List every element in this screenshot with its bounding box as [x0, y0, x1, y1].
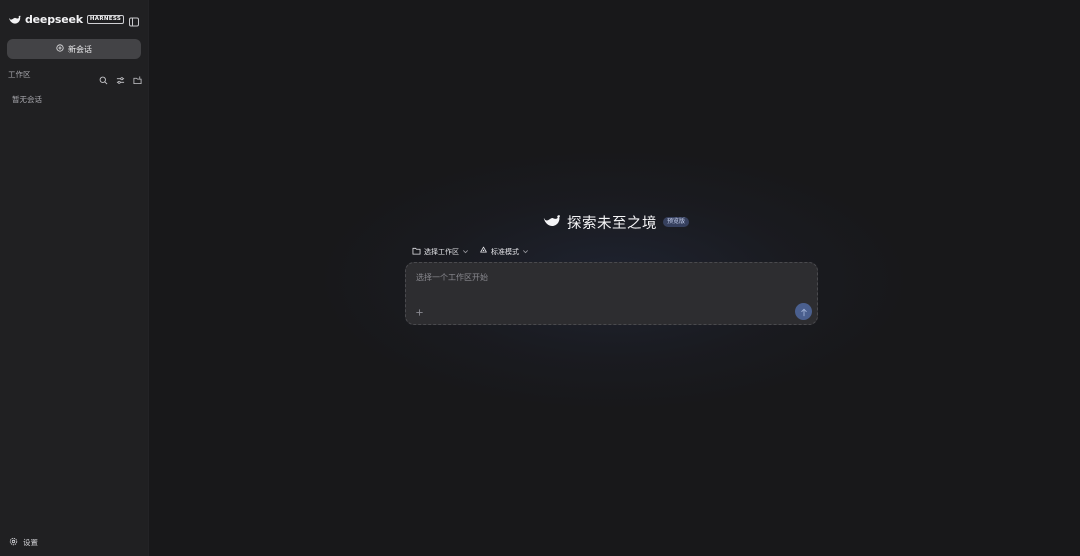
new-folder-icon[interactable]: [133, 70, 142, 84]
arrow-up-icon: [800, 302, 808, 321]
sidebar-toggle-icon[interactable]: [128, 13, 140, 27]
settings-label: 设置: [23, 537, 38, 547]
empty-sessions-text: 暂无会话: [12, 95, 42, 104]
brand-name: deepseek: [25, 12, 83, 26]
chevron-down-icon: [462, 248, 469, 255]
brand-tag: HARNESS: [86, 14, 125, 24]
brand[interactable]: deepseek HARNESS: [8, 10, 125, 29]
settings-button[interactable]: 设置: [9, 536, 38, 548]
composer-selectors: 选择工作区 标准模式: [412, 246, 529, 257]
mode-selector[interactable]: 标准模式: [479, 246, 529, 257]
new-chat-label: 新会话: [68, 44, 92, 54]
plus-circle-icon: [56, 44, 64, 54]
workspace-label: 工作区: [8, 69, 31, 79]
plus-icon[interactable]: [412, 305, 426, 319]
whale-logo-icon: [8, 10, 21, 29]
workspace-header: 工作区: [8, 68, 142, 84]
mode-selector-label: 标准模式: [491, 247, 519, 256]
whale-logo-icon: [542, 213, 561, 232]
main-area: 探索未至之境 预览版 选择工作区 标准模式 选择一个工作区开始: [149, 0, 1080, 556]
hero-heading: 探索未至之境 预览版: [542, 213, 690, 232]
sidebar: deepseek HARNESS 新会话 工作区 暂无会话 设置: [0, 0, 149, 556]
send-button[interactable]: [795, 303, 812, 320]
search-icon[interactable]: [99, 70, 108, 84]
folder-icon: [412, 247, 421, 257]
composer-input[interactable]: 选择一个工作区开始: [405, 262, 818, 325]
new-chat-button[interactable]: 新会话: [7, 39, 141, 59]
chevron-down-icon: [522, 248, 529, 255]
workspace-selector[interactable]: 选择工作区: [412, 247, 469, 257]
gear-icon: [9, 537, 18, 548]
recycle-icon: [479, 246, 488, 257]
hero-title: 探索未至之境: [567, 215, 657, 232]
workspace-selector-label: 选择工作区: [424, 247, 459, 256]
preview-badge: 预览版: [663, 217, 690, 227]
input-placeholder: 选择一个工作区开始: [416, 273, 488, 282]
sliders-icon[interactable]: [116, 70, 125, 84]
